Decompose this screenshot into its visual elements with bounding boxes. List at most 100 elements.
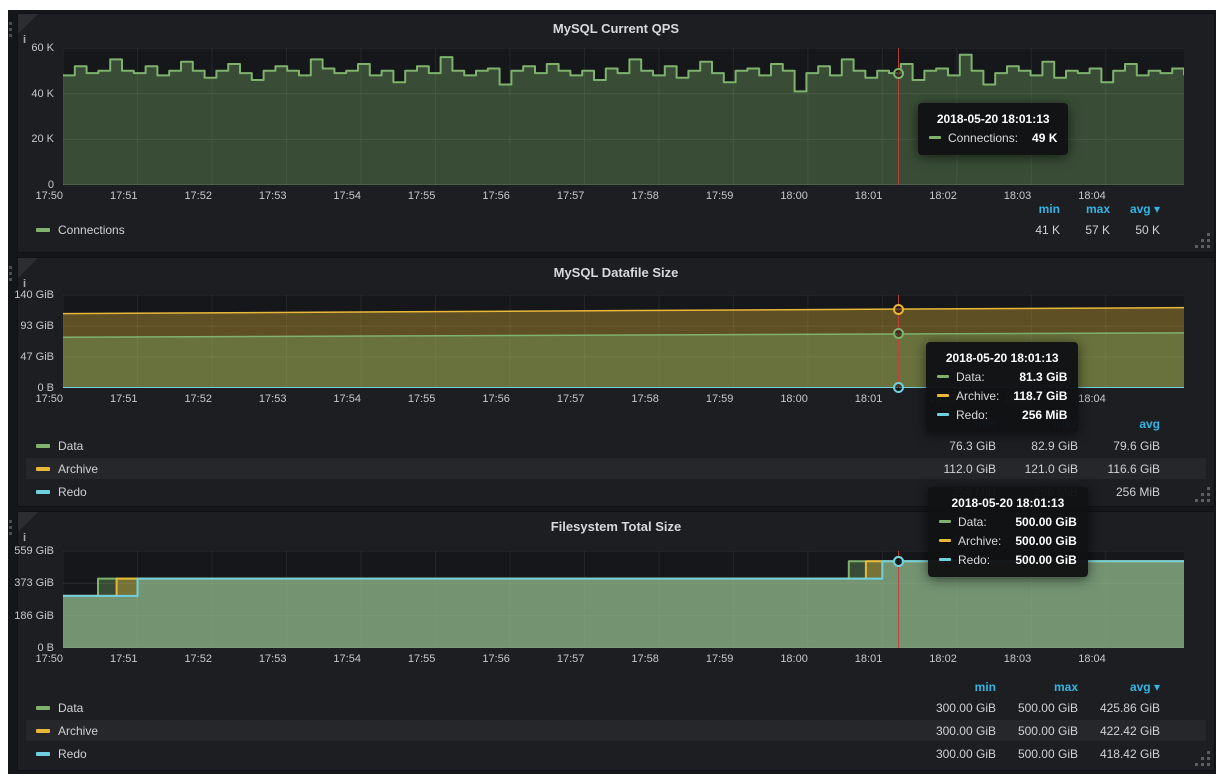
x-tick-label: 17:51 — [87, 652, 137, 666]
tooltip-series-value: 118.7 GiB — [999, 389, 1067, 403]
y-axis: 0 B47 GiB93 GiB140 GiB — [18, 295, 58, 388]
x-tick-label: 17:57 — [534, 652, 584, 666]
tooltip-series-label: Connections: — [948, 131, 1018, 145]
legend-stats-header: min max avg ▾ — [26, 676, 1206, 697]
x-tick-label: 17:54 — [311, 392, 361, 406]
panel-drag-handle[interactable] — [9, 266, 12, 269]
panel-drag-handle[interactable] — [9, 22, 12, 25]
series-name: Connections — [58, 223, 125, 237]
legend-sort-min[interactable]: min — [914, 680, 996, 694]
legend-row: Data 76.3 GiB 82.9 GiB 79.6 GiB — [26, 435, 1206, 456]
y-tick-label: 186 GiB — [14, 609, 54, 623]
tooltip-series-row: Data: 81.3 GiB — [937, 367, 1067, 386]
x-tick-label: 18:01 — [832, 392, 882, 406]
series-color-dash — [36, 706, 50, 710]
stat-max: 500.00 GiB — [996, 701, 1078, 715]
tooltip-series-label: Redo: — [956, 408, 988, 422]
tooltip-series-row: Redo: 500.00 GiB — [939, 550, 1077, 569]
x-tick-label: 18:02 — [907, 652, 957, 666]
tooltip-series-row: Data: 500.00 GiB — [939, 512, 1077, 531]
panel-title[interactable]: MySQL Current QPS — [18, 18, 1214, 40]
legend-row: Connections 41 K 57 K 50 K — [26, 219, 1206, 240]
x-tick-label: 17:59 — [683, 392, 733, 406]
stat-avg: 418.42 GiB — [1078, 747, 1160, 761]
panel-title[interactable]: MySQL Datafile Size — [18, 262, 1214, 284]
tooltip-series-value: 500.00 GiB — [1001, 534, 1076, 548]
y-tick-label: 40 K — [31, 87, 54, 101]
x-tick-label: 17:56 — [460, 652, 510, 666]
legend-sort-max[interactable]: max — [1060, 202, 1110, 216]
tooltip-series-row: Archive: 500.00 GiB — [939, 531, 1077, 550]
legend-row: Redo 300.00 GiB 500.00 GiB 418.42 GiB — [26, 743, 1206, 764]
legend-sort-max[interactable]: max — [996, 680, 1078, 694]
tooltip-series-value: 256 MiB — [1008, 408, 1067, 422]
x-tick-label: 17:53 — [236, 392, 286, 406]
legend-series-toggle[interactable]: Connections — [36, 223, 125, 237]
legend-series-toggle[interactable]: Archive — [36, 462, 98, 476]
tooltip-series-value: 81.3 GiB — [1005, 370, 1067, 384]
panel-drag-handle[interactable] — [9, 520, 12, 523]
legend-series-toggle[interactable]: Data — [36, 439, 83, 453]
stat-max: 500.00 GiB — [996, 747, 1078, 761]
x-tick-label: 17:53 — [236, 652, 286, 666]
y-tick-label: 20 K — [31, 132, 54, 146]
legend-sort-min[interactable]: min — [1010, 202, 1060, 216]
series-color-dash — [937, 375, 949, 378]
series-hover-marker — [893, 556, 904, 567]
x-tick-label: 17:56 — [460, 392, 510, 406]
series-color-dash — [939, 520, 951, 523]
x-tick-label: 17:57 — [534, 392, 584, 406]
series-color-dash — [36, 752, 50, 756]
tooltip-series-label: Data: — [958, 515, 987, 529]
legend-row: Archive 112.0 GiB 121.0 GiB 116.6 GiB — [26, 458, 1206, 479]
y-tick-label: 140 GiB — [14, 288, 54, 302]
y-tick-label: 93 GiB — [20, 319, 54, 333]
x-tick-label: 18:00 — [758, 652, 808, 666]
panel-resize-handle[interactable] — [1207, 245, 1210, 248]
stat-avg: 256 MiB — [1078, 485, 1160, 499]
series-name: Data — [58, 701, 83, 715]
x-tick-label: 18:03 — [981, 652, 1031, 666]
series-name: Archive — [58, 724, 98, 738]
tooltip-series-row: Connections: 49 K — [929, 128, 1057, 147]
x-tick-label: 17:50 — [13, 392, 63, 406]
legend-row: Archive 300.00 GiB 500.00 GiB 422.42 GiB — [26, 720, 1206, 741]
stat-min: 300.00 GiB — [914, 701, 996, 715]
tooltip-series-row: Redo: 256 MiB — [937, 405, 1067, 424]
tooltip-timestamp: 2018-05-20 18:01:13 — [939, 494, 1077, 512]
stat-avg: 422.42 GiB — [1078, 724, 1160, 738]
x-tick-label: 17:52 — [162, 392, 212, 406]
x-tick-label: 17:52 — [162, 652, 212, 666]
x-tick-label: 17:54 — [311, 652, 361, 666]
panel-resize-handle[interactable] — [1207, 763, 1210, 766]
graph-tooltip-datafile: 2018-05-20 18:01:13 Data: 81.3 GiB Archi… — [926, 342, 1078, 432]
legend-series-toggle[interactable]: Archive — [36, 724, 98, 738]
series-color-dash — [937, 394, 949, 397]
grafana-dashboard: i MySQL Current QPS 020 K40 K60 K 17:501… — [8, 10, 1216, 774]
graph-tooltip-qps: 2018-05-20 18:01:13 Connections: 49 K — [918, 103, 1068, 155]
x-tick-label: 18:01 — [832, 652, 882, 666]
series-color-dash — [939, 558, 951, 561]
stat-max: 82.9 GiB — [996, 439, 1078, 453]
legend-sort-avg[interactable]: avg — [1078, 417, 1160, 431]
panel-resize-handle[interactable] — [1207, 499, 1210, 502]
stat-max: 57 K — [1060, 223, 1110, 237]
stat-min: 112.0 GiB — [914, 462, 996, 476]
x-tick-label: 18:04 — [1056, 652, 1106, 666]
stat-avg: 79.6 GiB — [1078, 439, 1160, 453]
series-color-dash — [36, 729, 50, 733]
series-hover-marker — [893, 304, 904, 315]
legend-sort-avg[interactable]: avg ▾ — [1110, 202, 1160, 216]
stat-min: 300.00 GiB — [914, 724, 996, 738]
y-tick-label: 559 GiB — [14, 544, 54, 558]
legend-series-toggle[interactable]: Redo — [36, 747, 87, 761]
legend-row: Data 300.00 GiB 500.00 GiB 425.86 GiB — [26, 697, 1206, 718]
legend-sort-avg[interactable]: avg ▾ — [1078, 680, 1160, 694]
legend-series-toggle[interactable]: Redo — [36, 485, 87, 499]
x-axis: 17:5017:5117:5217:5317:5417:5517:5617:57… — [63, 652, 1184, 666]
graph-tooltip-filesystem: 2018-05-20 18:01:13 Data: 500.00 GiB Arc… — [928, 487, 1088, 577]
legend-series-toggle[interactable]: Data — [36, 701, 83, 715]
x-tick-label: 17:51 — [87, 392, 137, 406]
legend-stats-header: min max avg ▾ — [26, 198, 1206, 219]
tooltip-series-value: 500.00 GiB — [1001, 553, 1076, 567]
